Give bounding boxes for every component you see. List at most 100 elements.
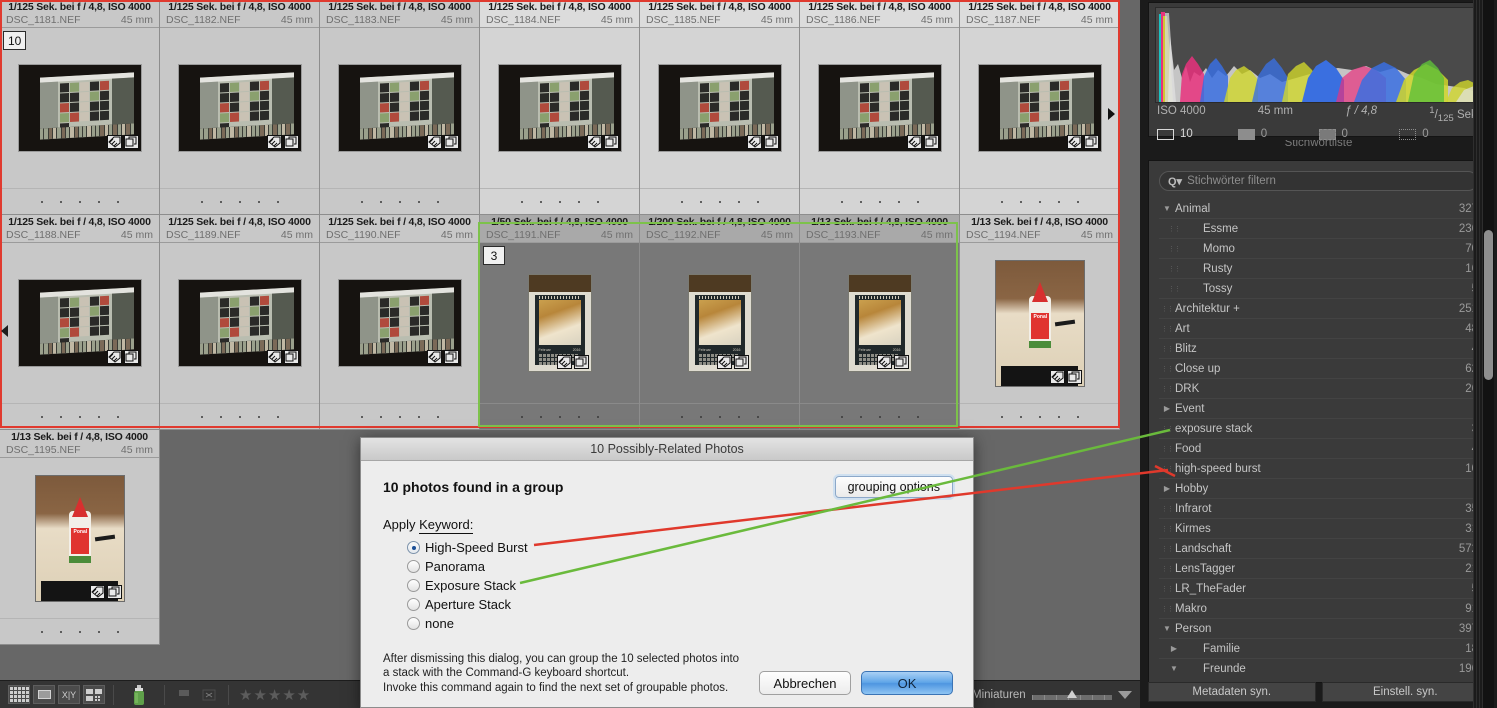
twisty-leaf-icon[interactable] — [1159, 224, 1189, 233]
thumbnail-badges[interactable] — [106, 350, 139, 364]
cell-body[interactable] — [480, 28, 639, 188]
grid-cell[interactable]: 1/125 Sek. bei f / 4,8, ISO 4000 DSC_1183… — [320, 0, 480, 215]
thumbnail[interactable] — [498, 65, 621, 151]
twisty-closed-icon[interactable] — [1159, 644, 1189, 653]
cell-footer[interactable] — [640, 403, 799, 429]
keyword-tag-icon[interactable] — [1049, 369, 1065, 384]
sync-buttons-row[interactable]: Metadaten syn. Einstell. syn. — [1148, 682, 1489, 702]
thumbnail[interactable] — [338, 65, 461, 151]
scrollbar-thumb[interactable] — [1484, 230, 1493, 380]
grid-cell[interactable]: 1/13 Sek. bei f / 4,8, ISO 4000 DSC_1195.… — [0, 430, 160, 645]
keyword-row[interactable]: DRK26 — [1159, 379, 1478, 399]
twisty-leaf-icon[interactable] — [1159, 264, 1189, 273]
keyword-tag-icon[interactable] — [426, 135, 442, 149]
right-scrollbar[interactable] — [1483, 0, 1494, 708]
thumbnail-badges[interactable] — [556, 355, 589, 369]
radio-option[interactable]: none — [407, 614, 951, 633]
keyword-row[interactable]: Landschaft572 — [1159, 539, 1478, 559]
thumbnail-badges[interactable] — [876, 355, 909, 369]
cell-footer[interactable] — [480, 188, 639, 214]
grid-cell[interactable]: 1/50 Sek. bei f / 4,8, ISO 4000 DSC_1191.… — [480, 215, 640, 430]
left-panel-toggle-arrow[interactable] — [1, 325, 8, 337]
sync-metadata-button[interactable]: Metadaten syn. — [1148, 682, 1316, 702]
grid-cell[interactable]: 1/200 Sek. bei f / 4,8, ISO 4000 DSC_1192… — [640, 215, 800, 430]
thumbnail-size-control[interactable]: Miniaturen — [972, 683, 1132, 707]
radio-button[interactable] — [407, 598, 420, 611]
grid-cell[interactable]: 1/125 Sek. bei f / 4,8, ISO 4000 DSC_1188… — [0, 215, 160, 430]
keyword-tag-icon[interactable] — [906, 135, 922, 149]
cell-footer[interactable] — [160, 188, 319, 214]
keyword-tag-icon[interactable] — [426, 350, 442, 364]
cell-body[interactable]: 3 Februar 2016 — [480, 243, 639, 403]
keyword-filter-input[interactable]: Q▾ Stichwörter filtern — [1159, 171, 1478, 191]
keyword-tag-icon[interactable] — [876, 355, 892, 369]
thumbnail[interactable]: Februar 2016 — [528, 275, 591, 371]
twisty-open-icon[interactable] — [1159, 624, 1175, 633]
keyword-row[interactable]: Makro91 — [1159, 599, 1478, 619]
thumbnail-badges[interactable] — [1049, 369, 1082, 384]
cell-footer[interactable] — [800, 188, 959, 214]
keyword-row[interactable]: Close up62 — [1159, 359, 1478, 379]
keyword-list[interactable]: Animal327Essme236Momo70Rusty16Tossy5Arch… — [1159, 199, 1478, 674]
cell-body[interactable]: Februar 2016 — [800, 243, 959, 403]
thumbnail-image[interactable]: Ponal — [995, 260, 1084, 386]
flag-icon[interactable] — [173, 685, 195, 704]
keyword-tag-icon[interactable] — [746, 135, 762, 149]
stack-icon[interactable] — [763, 135, 779, 149]
twisty-leaf-icon[interactable] — [1159, 244, 1189, 253]
thumbnail[interactable] — [178, 65, 301, 151]
stack-icon[interactable] — [283, 350, 299, 364]
cell-footer[interactable] — [320, 188, 479, 214]
cell-body[interactable] — [640, 28, 799, 188]
keyword-row[interactable]: Rusty16 — [1159, 259, 1478, 279]
thumbnail-badges[interactable] — [106, 135, 139, 149]
star-rating-control[interactable]: ★★★★★ — [229, 686, 321, 704]
right-panel-toggle-arrow[interactable] — [1108, 108, 1115, 120]
twisty-closed-icon[interactable] — [1159, 404, 1175, 413]
thumbnail[interactable]: Ponal — [35, 475, 124, 601]
cell-body[interactable] — [160, 28, 319, 188]
thumbnail-badges[interactable] — [906, 135, 939, 149]
cell-body[interactable]: Februar 2016 — [640, 243, 799, 403]
radio-button[interactable] — [407, 560, 420, 573]
grid-cell[interactable]: 1/125 Sek. bei f / 4,8, ISO 4000 DSC_1185… — [640, 0, 800, 215]
histogram-panel[interactable]: ISO 4000 45 mm ƒ / 4,8 1/125 Sek. 10 0 0 0 — [1148, 2, 1489, 140]
twisty-leaf-icon[interactable] — [1159, 504, 1175, 513]
cell-body[interactable] — [320, 243, 479, 403]
cell-body[interactable] — [0, 243, 159, 403]
cell-body[interactable]: Ponal — [960, 243, 1119, 403]
keyword-tag-icon[interactable] — [716, 355, 732, 369]
twisty-leaf-icon[interactable] — [1159, 364, 1175, 373]
keyword-tag-icon[interactable] — [106, 135, 122, 149]
twisty-leaf-icon[interactable] — [1159, 324, 1175, 333]
keyword-row[interactable]: Familie18 — [1159, 639, 1478, 659]
loupe-view-icon[interactable] — [33, 685, 55, 704]
twisty-leaf-icon[interactable] — [1159, 284, 1189, 293]
cell-footer[interactable] — [960, 188, 1119, 214]
keyword-row[interactable]: LR_TheFader5 — [1159, 579, 1478, 599]
keyword-row[interactable]: Blitz4 — [1159, 339, 1478, 359]
stack-icon[interactable] — [573, 355, 589, 369]
dialog-buttons[interactable]: Abbrechen OK — [759, 671, 953, 695]
twisty-leaf-icon[interactable] — [1159, 424, 1175, 433]
keyword-row[interactable]: Infrarot35 — [1159, 499, 1478, 519]
cell-body[interactable] — [320, 28, 479, 188]
twisty-leaf-icon[interactable] — [1159, 444, 1175, 453]
grouping-options-button[interactable]: grouping options — [834, 476, 953, 498]
thumbnail-badges[interactable] — [426, 135, 459, 149]
cell-body[interactable] — [160, 243, 319, 403]
grid-cell[interactable]: 1/125 Sek. bei f / 4,8, ISO 4000 DSC_1187… — [960, 0, 1120, 215]
thumbnail[interactable]: Februar 2016 — [848, 275, 911, 371]
keyword-row[interactable]: Kirmes31 — [1159, 519, 1478, 539]
stack-icon[interactable] — [283, 135, 299, 149]
thumbnail-badges[interactable] — [716, 355, 749, 369]
compare-view-icon[interactable]: X|Y — [58, 685, 80, 704]
keyword-row[interactable]: Essme236 — [1159, 219, 1478, 239]
thumbnail[interactable] — [978, 65, 1101, 151]
keyword-tag-icon[interactable] — [89, 584, 105, 599]
cell-footer[interactable] — [320, 403, 479, 429]
stack-count-badge[interactable]: 3 — [483, 246, 505, 265]
cell-footer[interactable] — [160, 403, 319, 429]
keyword-tag-icon[interactable] — [586, 135, 602, 149]
keyword-tag-icon[interactable] — [266, 350, 282, 364]
